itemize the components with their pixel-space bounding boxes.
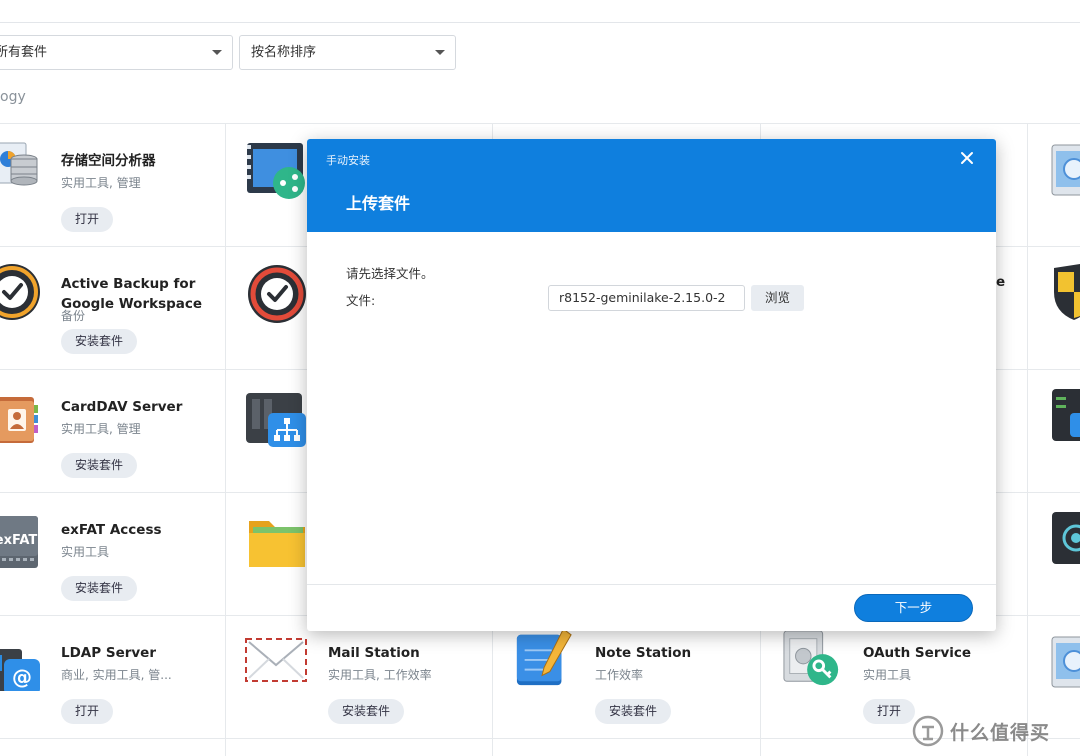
exfat-icon: exFAT [0, 516, 38, 568]
watermark-text: 什么值得买 [950, 721, 1051, 744]
open-button[interactable]: 打开 [863, 699, 916, 724]
sort-value: 按名称排序 [251, 45, 317, 60]
folder-icon [249, 521, 305, 567]
package-category: 备份 [61, 309, 86, 323]
package-name: 存储空间分析器 [61, 153, 156, 169]
exfat-icon-label: exFAT [0, 533, 37, 548]
section-label: ogy [0, 89, 26, 105]
dialog-subtitle: 手动安装 [326, 154, 370, 167]
package-card-exfat[interactable]: exFAT exFAT Access 实用工具 安装套件 [0, 492, 260, 615]
oauth-icon [783, 630, 839, 686]
svg-text:@: @ [12, 665, 32, 689]
mail-icon [245, 638, 307, 682]
watermark: 什么值得买 [912, 714, 1050, 748]
package-name: Note Station [595, 645, 692, 661]
dialog-footer-divider [307, 584, 996, 585]
package-category: 实用工具, 工作效率 [328, 668, 432, 682]
app-icon [1051, 144, 1080, 196]
storage-analyzer-icon [0, 142, 38, 186]
package-category: 工作效率 [595, 668, 644, 682]
watermark-logo-icon [912, 715, 944, 747]
next-button[interactable]: 下一步 [854, 594, 973, 622]
active-backup-business-icon [248, 265, 306, 323]
package-filter-select[interactable]: 所有套件 [0, 35, 233, 70]
package-name: CardDAV Server [61, 399, 183, 415]
package-category: 商业, 实用工具, 管... [61, 668, 172, 682]
chevron-down-icon [212, 50, 222, 55]
package-card-storage-analyzer[interactable]: 存储空间分析器 实用工具, 管理 打开 [0, 123, 260, 246]
vault-icon [1052, 512, 1080, 564]
sort-select[interactable]: 按名称排序 [239, 35, 456, 70]
package-card-active-backup-gws[interactable]: Active Backup for Google Workspace 备份 安装… [0, 246, 260, 369]
install-button[interactable]: 安装套件 [61, 576, 138, 601]
file-path-field[interactable]: r8152-geminilake-2.15.0-2 [548, 285, 745, 311]
security-shield-icon [1054, 264, 1080, 320]
package-category: 实用工具 [863, 668, 912, 682]
dialog-title: 上传套件 [346, 194, 411, 213]
package-filter-value: 所有套件 [0, 45, 48, 60]
package-name: OAuth Service [863, 645, 972, 661]
package-card-carddav[interactable]: CardDAV Server 实用工具, 管理 安装套件 [0, 369, 260, 492]
package-category: 实用工具, 管理 [61, 176, 141, 190]
package-card-mail-station[interactable]: Mail Station 实用工具, 工作效率 安装套件 [245, 615, 505, 738]
install-button[interactable]: 安装套件 [328, 699, 405, 724]
install-button[interactable]: 安装套件 [595, 699, 672, 724]
package-name-fragment: e [996, 274, 1006, 290]
package-name: Mail Station [328, 645, 420, 661]
package-card-note-station[interactable]: Note Station 工作效率 安装套件 [514, 615, 774, 738]
network-hub-icon [246, 393, 306, 447]
file-label: 文件: [346, 293, 376, 308]
hybrid-share-icon [1052, 389, 1080, 441]
package-name: LDAP Server [61, 645, 157, 661]
dialog-prompt: 请先选择文件。 [346, 266, 434, 281]
ldap-icon: @ [0, 649, 40, 691]
app-icon [1051, 636, 1080, 688]
browse-button[interactable]: 浏览 [751, 285, 804, 311]
active-backup-icon [0, 264, 40, 320]
package-name: exFAT Access [61, 522, 162, 538]
note-icon [516, 629, 572, 686]
package-category: 实用工具, 管理 [61, 422, 141, 436]
install-button[interactable]: 安装套件 [61, 453, 138, 478]
open-button[interactable]: 打开 [61, 207, 114, 232]
chevron-down-icon [435, 50, 445, 55]
package-category: 实用工具 [61, 545, 110, 559]
install-button[interactable]: 安装套件 [61, 329, 138, 354]
manual-install-dialog: 手动安装 上传套件 请先选择文件。 文件: r8152-geminilake-2… [307, 139, 996, 631]
package-card-ldap[interactable]: @ LDAP Server 商业, 实用工具, 管... 打开 [0, 615, 260, 738]
video-station-icon [247, 143, 305, 199]
top-divider [0, 22, 1080, 23]
open-button[interactable]: 打开 [61, 699, 114, 724]
carddav-icon [0, 397, 38, 443]
close-icon[interactable] [958, 149, 976, 167]
dialog-header: 手动安装 上传套件 [307, 139, 996, 232]
